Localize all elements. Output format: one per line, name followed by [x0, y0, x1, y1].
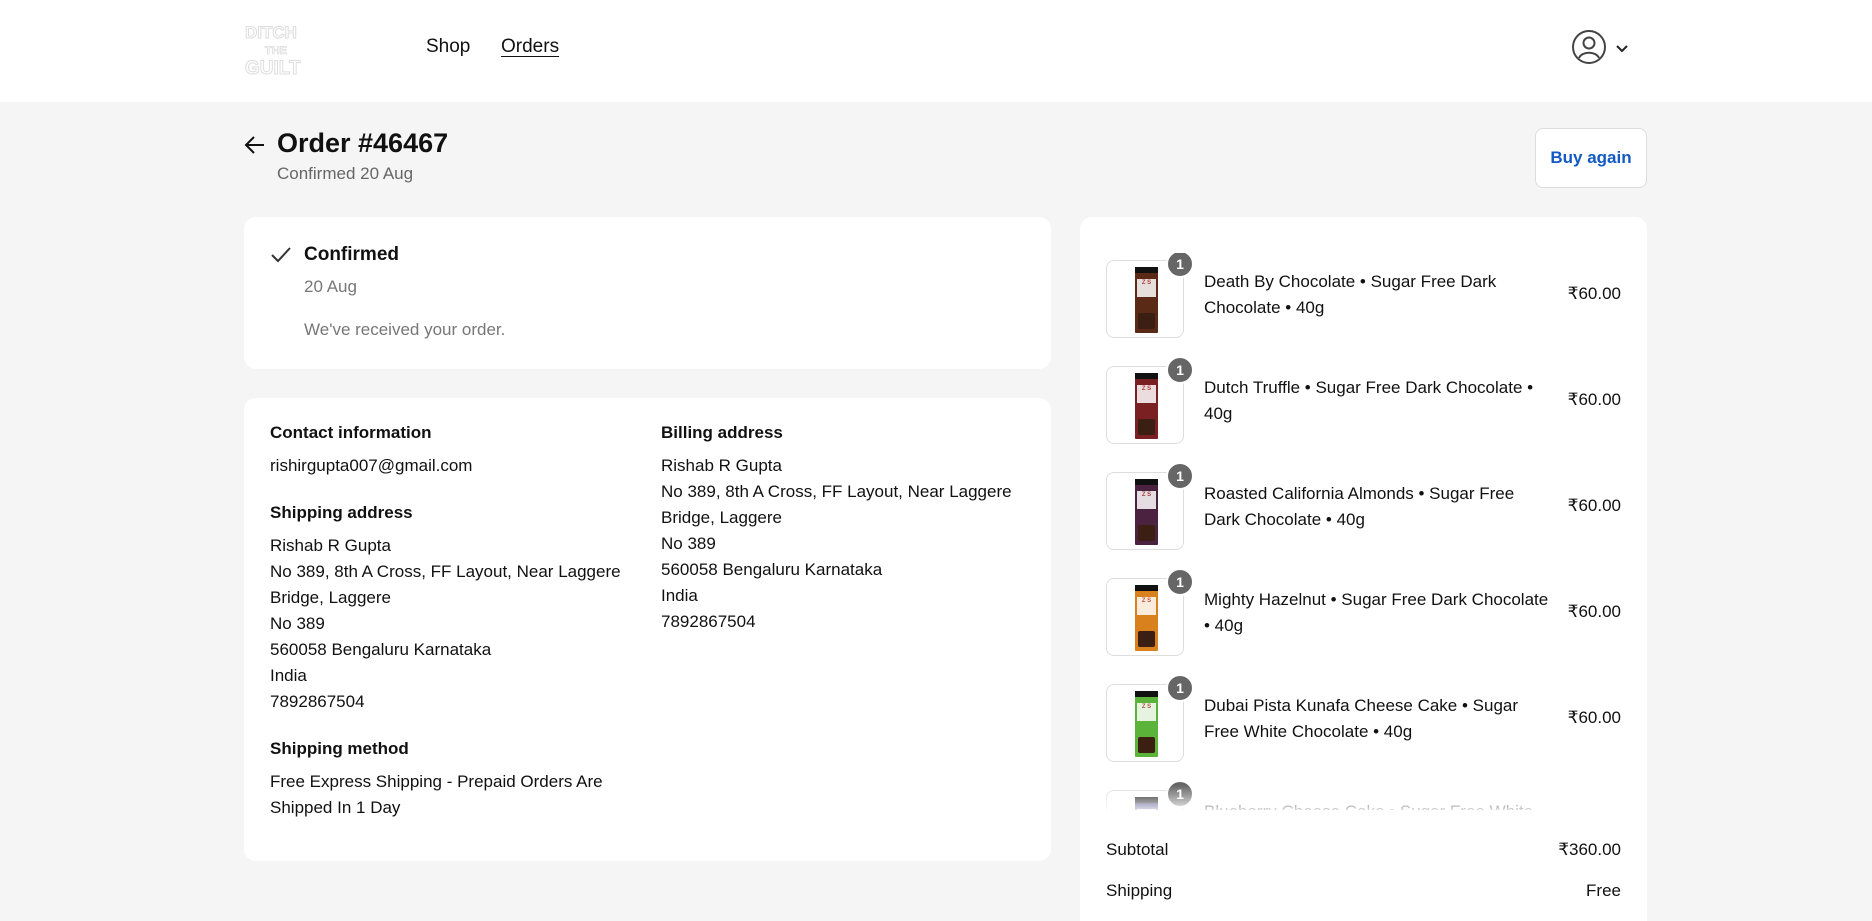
- order-details-card: Contact information rishirgupta007@gmail…: [244, 398, 1051, 861]
- line-item[interactable]: Z S 1 Dutch Truffle • Sugar Free Dark Choc…: [1106, 356, 1621, 444]
- checkmark-icon: [270, 246, 292, 269]
- address-phone: 7892867504: [270, 692, 365, 711]
- address-line: No 389, 8th A Cross, FF Layout, Near Lag…: [270, 562, 621, 581]
- chocolate-bar-image: Z S: [1135, 267, 1158, 333]
- shipping-method-heading: Shipping method: [270, 739, 409, 758]
- order-status-subtitle: Confirmed 20 Aug: [277, 164, 414, 183]
- account-menu-button[interactable]: [1571, 29, 1629, 70]
- details-right-column: Billing address Rishab R Gupta No 389, 8…: [661, 423, 1031, 659]
- item-name: Roasted California Almonds • Sugar Free …: [1204, 484, 1515, 529]
- contact-information: Contact information rishirgupta007@gmail…: [270, 423, 640, 479]
- address-line: Bridge, Laggere: [270, 588, 391, 607]
- shipping-label: Shipping: [1106, 881, 1173, 900]
- chocolate-bar-image: Z S: [1135, 479, 1158, 545]
- nav-orders-link[interactable]: Orders: [501, 36, 559, 58]
- address-line: No 389: [270, 614, 325, 633]
- billing-address-heading: Billing address: [661, 423, 783, 442]
- item-price: ₹60.00: [1567, 496, 1621, 515]
- buy-again-button[interactable]: Buy again: [1535, 128, 1647, 188]
- chevron-down-icon: [1615, 41, 1629, 59]
- item-price: ₹60.00: [1567, 602, 1621, 621]
- item-price: ₹60.00: [1567, 390, 1621, 409]
- list-fade-overlay: [1080, 785, 1647, 815]
- subtotal-row: Subtotal ₹360.00: [1106, 840, 1621, 860]
- status-date: 20 Aug: [304, 277, 357, 296]
- line-items-list[interactable]: Z S 1 Death By Chocolate • Sugar Free Dark…: [1080, 253, 1647, 810]
- address-line: No 389: [661, 534, 716, 553]
- brand-logo[interactable]: DITCH THE GUILT: [243, 18, 318, 80]
- item-name: Death By Chocolate • Sugar Free Dark Cho…: [1204, 272, 1497, 317]
- item-price: ₹60.00: [1567, 284, 1621, 303]
- line-item[interactable]: Z S 1 Dubai Pista Kunafa Cheese Cake • Sug…: [1106, 674, 1621, 762]
- item-name: Dutch Truffle • Sugar Free Dark Chocolat…: [1204, 378, 1534, 423]
- status-title: Confirmed: [304, 244, 399, 265]
- shipping-value: Free: [1586, 881, 1621, 900]
- shipping-method: Shipping method Free Express Shipping - …: [270, 739, 640, 821]
- address-line: India: [661, 586, 698, 605]
- svg-text:GUILT: GUILT: [245, 58, 301, 79]
- address-line: 560058 Bengaluru Karnataka: [661, 560, 883, 579]
- item-name: Dubai Pista Kunafa Cheese Cake • Sugar F…: [1204, 696, 1519, 741]
- chocolate-bar-image: Z S: [1135, 691, 1158, 757]
- address-line: Rishab R Gupta: [661, 456, 782, 475]
- line-item[interactable]: Z S 1 Roasted California Almonds • Sugar F…: [1106, 462, 1621, 550]
- shipping-row: Shipping Free: [1106, 881, 1621, 901]
- shipping-address-heading: Shipping address: [270, 503, 413, 522]
- quantity-badge: 1: [1166, 356, 1194, 384]
- order-status-card: Confirmed 20 Aug We've received your ord…: [244, 217, 1051, 369]
- quantity-badge: 1: [1166, 253, 1194, 278]
- status-message: We've received your order.: [304, 320, 506, 339]
- details-left-column: Contact information rishirgupta007@gmail…: [270, 423, 640, 845]
- chocolate-bar-image: Z S: [1135, 585, 1158, 651]
- order-title: Order #46467: [277, 128, 449, 158]
- quantity-badge: 1: [1166, 674, 1194, 702]
- shipping-address: Shipping address Rishab R Gupta No 389, …: [270, 503, 640, 715]
- shipping-method-line: Shipped In 1 Day: [270, 798, 401, 817]
- address-line: India: [270, 666, 307, 685]
- line-item[interactable]: Z S 1 Mighty Hazelnut • Sugar Free Dark Ch…: [1106, 568, 1621, 656]
- back-arrow-icon[interactable]: [243, 133, 267, 162]
- nav-shop-link[interactable]: Shop: [426, 36, 470, 58]
- line-item[interactable]: Z S 1 Death By Chocolate • Sugar Free Dark…: [1106, 253, 1621, 338]
- contact-email: rishirgupta007@gmail.com: [270, 456, 473, 475]
- billing-address: Billing address Rishab R Gupta No 389, 8…: [661, 423, 1031, 635]
- subtotal-label: Subtotal: [1106, 840, 1169, 859]
- svg-text:THE: THE: [265, 45, 287, 57]
- address-line: Bridge, Laggere: [661, 508, 782, 527]
- top-navigation-bar: DITCH THE GUILT Shop Orders: [0, 0, 1872, 102]
- shipping-method-line: Free Express Shipping - Prepaid Orders A…: [270, 772, 603, 791]
- user-avatar-icon: [1571, 29, 1607, 70]
- svg-text:DITCH: DITCH: [245, 23, 297, 42]
- contact-heading: Contact information: [270, 423, 432, 442]
- address-line: 560058 Bengaluru Karnataka: [270, 640, 492, 659]
- address-phone: 7892867504: [661, 612, 756, 631]
- quantity-badge: 1: [1166, 462, 1194, 490]
- item-name: Mighty Hazelnut • Sugar Free Dark Chocol…: [1204, 590, 1549, 635]
- address-line: No 389, 8th A Cross, FF Layout, Near Lag…: [661, 482, 1012, 501]
- address-line: Rishab R Gupta: [270, 536, 391, 555]
- subtotal-value: ₹360.00: [1558, 840, 1621, 859]
- item-price: ₹60.00: [1567, 708, 1621, 727]
- quantity-badge: 1: [1166, 568, 1194, 596]
- chocolate-bar-image: Z S: [1135, 373, 1158, 439]
